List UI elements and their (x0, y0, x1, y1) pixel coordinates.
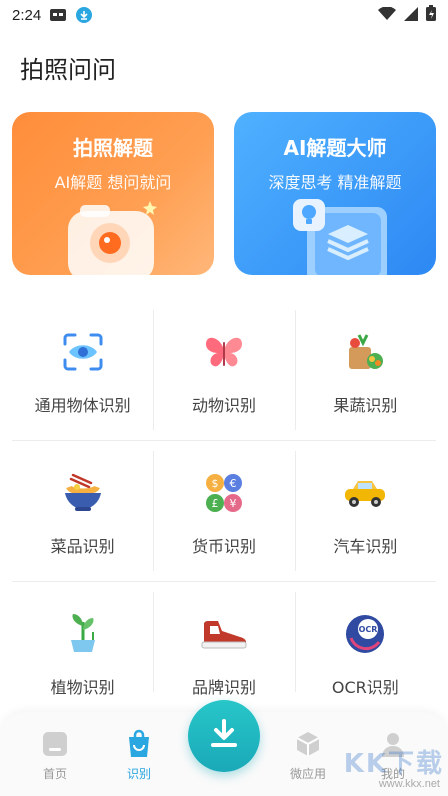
wifi-icon (378, 5, 396, 25)
grid-item-brand[interactable]: 品牌识别 (153, 582, 294, 702)
photo-solve-card[interactable]: 拍照解题 AI解题 想问就问 (12, 112, 214, 275)
signal-icon (404, 6, 418, 25)
nav-recognize[interactable]: 识别 (104, 729, 174, 782)
butterfly-icon (200, 328, 248, 376)
grid-row: 通用物体识别 动物识别 果蔬识别 (12, 300, 436, 441)
grid-item-label: 货币识别 (191, 537, 256, 556)
card-title: AI解题大师 (283, 136, 387, 160)
scan-eye-icon (59, 328, 107, 376)
nav-home-label: 首页 (42, 767, 67, 781)
bottom-navigation: 首页 识别 微应用 我的 KK下载 www.kkx.net (0, 700, 448, 796)
watermark-url: www.kkx.net (378, 778, 440, 790)
nav-mini-apps-label: 微应用 (289, 767, 326, 781)
svg-text:£: £ (211, 497, 218, 510)
recognition-grid: 通用物体识别 动物识别 果蔬识别 菜品识别 $ € £ ¥ 货币识别 汽车识别 … (12, 300, 436, 702)
coins-icon: $ € £ ¥ (200, 469, 248, 517)
grid-row: 菜品识别 $ € £ ¥ 货币识别 汽车识别 (12, 441, 436, 582)
grid-item-dish[interactable]: 菜品识别 (12, 441, 153, 581)
download-notification-icon (75, 7, 93, 23)
grid-item-vegetable[interactable]: 果蔬识别 (294, 300, 436, 440)
ai-cube-icon (275, 195, 395, 275)
ocr-icon: OCR (341, 610, 389, 658)
watermark-logo: KK下载 (343, 749, 444, 779)
car-icon (341, 469, 389, 517)
download-icon (207, 717, 241, 755)
download-button[interactable] (188, 700, 260, 772)
svg-text:OCR: OCR (359, 625, 378, 634)
grid-item-label: 汽车识别 (333, 537, 398, 556)
card-title: 拍照解题 (73, 136, 153, 160)
svg-text:€: € (229, 477, 236, 490)
page-title: 拍照问问 (20, 56, 116, 84)
grid-item-label: 菜品识别 (50, 537, 115, 556)
grid-item-currency[interactable]: $ € £ ¥ 货币识别 (153, 441, 294, 581)
status-bar: 2:24 (0, 0, 448, 30)
nav-recognize-label: 识别 (126, 767, 151, 781)
grid-item-plant[interactable]: 植物识别 (12, 582, 153, 702)
ai-master-card[interactable]: AI解题大师 深度思考 精准解题 (234, 112, 436, 275)
grid-item-label: 果蔬识别 (333, 396, 398, 415)
plant-icon (59, 610, 107, 658)
sneaker-icon (200, 610, 248, 658)
app-notification-icon (49, 7, 67, 23)
grid-item-ocr[interactable]: OCR OCR识别 (294, 582, 436, 702)
grid-item-label: 动物识别 (191, 396, 256, 415)
grid-row: 植物识别 品牌识别 OCR OCR识别 (12, 582, 436, 702)
shopping-bag-icon (124, 729, 154, 759)
grid-item-label: OCR识别 (331, 678, 399, 697)
svg-text:¥: ¥ (229, 497, 236, 510)
card-subtitle: 深度思考 精准解题 (268, 173, 402, 192)
nav-mini-apps[interactable]: 微应用 (273, 729, 343, 782)
camera-icon (58, 197, 168, 275)
svg-text:$: $ (211, 477, 218, 490)
grid-item-label: 品牌识别 (191, 678, 256, 697)
nav-home[interactable]: 首页 (20, 729, 90, 782)
card-subtitle: AI解题 想问就问 (54, 173, 172, 192)
grid-item-animal[interactable]: 动物识别 (153, 300, 294, 440)
grid-item-general-object[interactable]: 通用物体识别 (12, 300, 153, 440)
status-time: 2:24 (12, 6, 42, 24)
grid-item-car[interactable]: 汽车识别 (294, 441, 436, 581)
noodle-bowl-icon (59, 469, 107, 517)
vegetable-basket-icon (341, 328, 389, 376)
home-icon (40, 729, 70, 759)
grid-item-label: 植物识别 (50, 678, 115, 697)
battery-icon (426, 5, 436, 25)
grid-item-label: 通用物体识别 (34, 396, 131, 415)
cube-icon (293, 729, 323, 759)
